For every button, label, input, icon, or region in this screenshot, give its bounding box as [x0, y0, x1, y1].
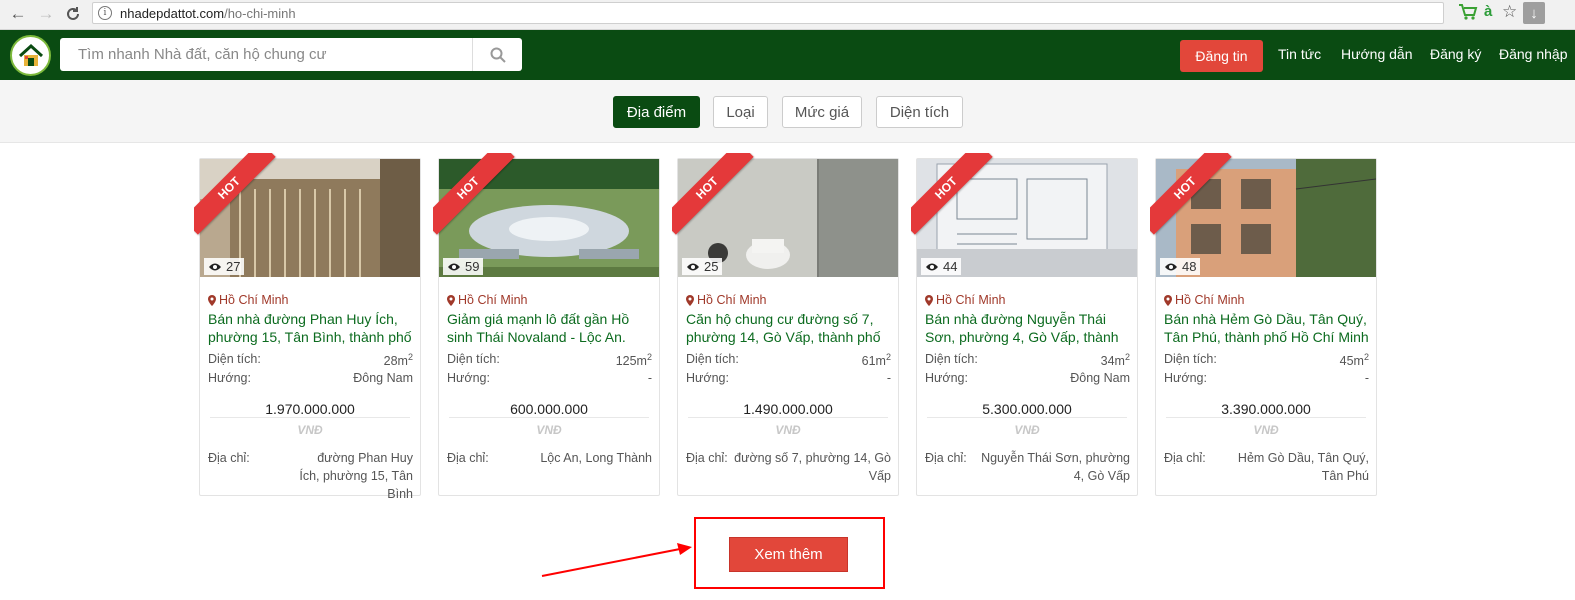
view-count: 48	[1160, 258, 1201, 275]
listing-price: 3.390.000.000	[1221, 401, 1311, 417]
listing-currency: VNĐ	[1253, 423, 1279, 437]
listing-currency: VNĐ	[297, 423, 323, 437]
house-logo-icon	[18, 43, 43, 66]
listing-area-row: Diện tích: 125m2	[447, 352, 652, 369]
eye-icon	[448, 263, 460, 270]
eye-icon	[209, 263, 221, 270]
listing-card[interactable]: 44 HOT Hồ Chí Minh Bán nhà đường Nguyễn …	[911, 153, 1138, 496]
site-logo[interactable]	[10, 35, 51, 76]
view-count: 25	[682, 258, 723, 275]
reload-button[interactable]	[63, 4, 83, 24]
browser-toolbar: ← → i nhadepdattot.com/ho-chi-minh à ☆ ↓	[0, 0, 1575, 30]
eye-icon	[926, 263, 938, 270]
listing-price: 600.000.000	[510, 401, 588, 417]
listing-direction-row: Hướng: Đông Nam	[925, 371, 1130, 385]
filter-location[interactable]: Địa điểm	[613, 96, 700, 128]
listing-card[interactable]: 48 HOT Hồ Chí Minh Bán nhà Hẻm Gò Dầu, T…	[1150, 153, 1377, 496]
search-button[interactable]	[472, 38, 522, 71]
filter-price[interactable]: Mức giá	[782, 96, 862, 128]
divider	[210, 417, 410, 418]
filter-area[interactable]: Diện tích	[876, 96, 963, 128]
back-button[interactable]: ←	[8, 4, 28, 24]
nav-link-register[interactable]: Đăng ký	[1430, 46, 1481, 62]
divider	[1166, 417, 1366, 418]
view-count: 44	[921, 258, 962, 275]
listing-location: Hồ Chí Minh	[447, 293, 527, 307]
map-pin-icon	[208, 294, 216, 306]
map-pin-icon	[1164, 294, 1172, 306]
listing-card[interactable]: 27 HOT Hồ Chí Minh Bán nhà đường Phan Hu…	[194, 153, 421, 501]
listing-area-row: Diện tích: 45m2	[1164, 352, 1369, 369]
hot-ribbon: HOT	[672, 153, 756, 237]
listing-location: Hồ Chí Minh	[686, 293, 766, 307]
filter-bar: Địa điểm Loại Mức giá Diện tích	[0, 80, 1575, 143]
view-count: 27	[204, 258, 245, 275]
divider	[688, 417, 888, 418]
map-pin-icon	[686, 294, 694, 306]
eye-icon	[1165, 263, 1177, 270]
nav-link-guide[interactable]: Hướng dẫn	[1341, 46, 1412, 62]
listing-title[interactable]: Bán nhà Hẻm Gò Dầu, Tân Quý, Tân Phú, th…	[1164, 310, 1370, 346]
listing-location: Hồ Chí Minh	[1164, 293, 1244, 307]
search-box	[60, 38, 522, 71]
load-more-button[interactable]: Xem thêm	[729, 537, 848, 572]
divider	[927, 417, 1127, 418]
listing-price: 5.300.000.000	[982, 401, 1072, 417]
hot-ribbon: HOT	[433, 153, 517, 237]
reload-icon	[67, 7, 79, 20]
listing-title[interactable]: Bán nhà đường Nguyễn Thái Sơn, phường 4,…	[925, 310, 1131, 346]
listing-price: 1.490.000.000	[743, 401, 833, 417]
download-icon[interactable]: ↓	[1523, 2, 1545, 24]
eye-icon	[687, 263, 699, 270]
hot-ribbon: HOT	[194, 153, 278, 237]
forward-arrow-icon: →	[37, 4, 55, 23]
listing-location: Hồ Chí Minh	[208, 293, 288, 307]
translate-extension-icon[interactable]: à	[1484, 3, 1492, 20]
forward-button[interactable]: →	[36, 4, 56, 24]
listing-direction-row: Hướng: -	[686, 371, 891, 385]
nav-link-news[interactable]: Tin tức	[1278, 46, 1321, 62]
listing-title[interactable]: Bán nhà đường Phan Huy Ích, phường 15, T…	[208, 310, 414, 346]
listing-currency: VNĐ	[1014, 423, 1040, 437]
url-path: /ho-chi-minh	[224, 5, 296, 21]
bookmark-star-icon[interactable]: ☆	[1502, 2, 1517, 22]
search-input[interactable]	[60, 38, 472, 71]
search-icon	[490, 47, 506, 63]
map-pin-icon	[447, 294, 455, 306]
listing-currency: VNĐ	[536, 423, 562, 437]
listing-title[interactable]: Căn hộ chung cư đường số 7, phường 14, G…	[686, 310, 892, 346]
info-icon[interactable]: i	[98, 6, 112, 20]
listing-area-row: Diện tích: 28m2	[208, 352, 413, 369]
site-header: Đăng tin Tin tức Hướng dẫn Đăng ký Đăng …	[0, 30, 1575, 80]
listing-card[interactable]: 25 HOT Hồ Chí Minh Căn hộ chung cư đường…	[672, 153, 899, 496]
divider	[449, 417, 649, 418]
address-bar[interactable]: i nhadepdattot.com/ho-chi-minh	[92, 2, 1444, 24]
post-listing-button[interactable]: Đăng tin	[1180, 40, 1263, 72]
listing-card[interactable]: 59 HOT Hồ Chí Minh Giảm giá mạnh lô đất …	[433, 153, 660, 496]
listing-direction-row: Hướng: -	[447, 371, 652, 385]
nav-link-login[interactable]: Đăng nhập	[1499, 46, 1568, 62]
listing-direction-row: Hướng: Đông Nam	[208, 371, 413, 385]
back-arrow-icon: ←	[9, 4, 27, 23]
cart-extension-icon[interactable]	[1458, 3, 1478, 25]
hot-ribbon: HOT	[1150, 153, 1234, 237]
listing-currency: VNĐ	[775, 423, 801, 437]
listing-area-row: Diện tích: 61m2	[686, 352, 891, 369]
listing-direction-row: Hướng: -	[1164, 371, 1369, 385]
url-host: nhadepdattot.com	[120, 5, 225, 21]
listing-area-row: Diện tích: 34m2	[925, 352, 1130, 369]
filter-type[interactable]: Loại	[713, 96, 768, 128]
map-pin-icon	[925, 294, 933, 306]
hot-ribbon: HOT	[911, 153, 995, 237]
listing-price: 1.970.000.000	[265, 401, 355, 417]
listing-title[interactable]: Giảm giá mạnh lô đất gần Hồ sinh Thái No…	[447, 310, 653, 346]
view-count: 59	[443, 258, 484, 275]
listing-location: Hồ Chí Minh	[925, 293, 1005, 307]
